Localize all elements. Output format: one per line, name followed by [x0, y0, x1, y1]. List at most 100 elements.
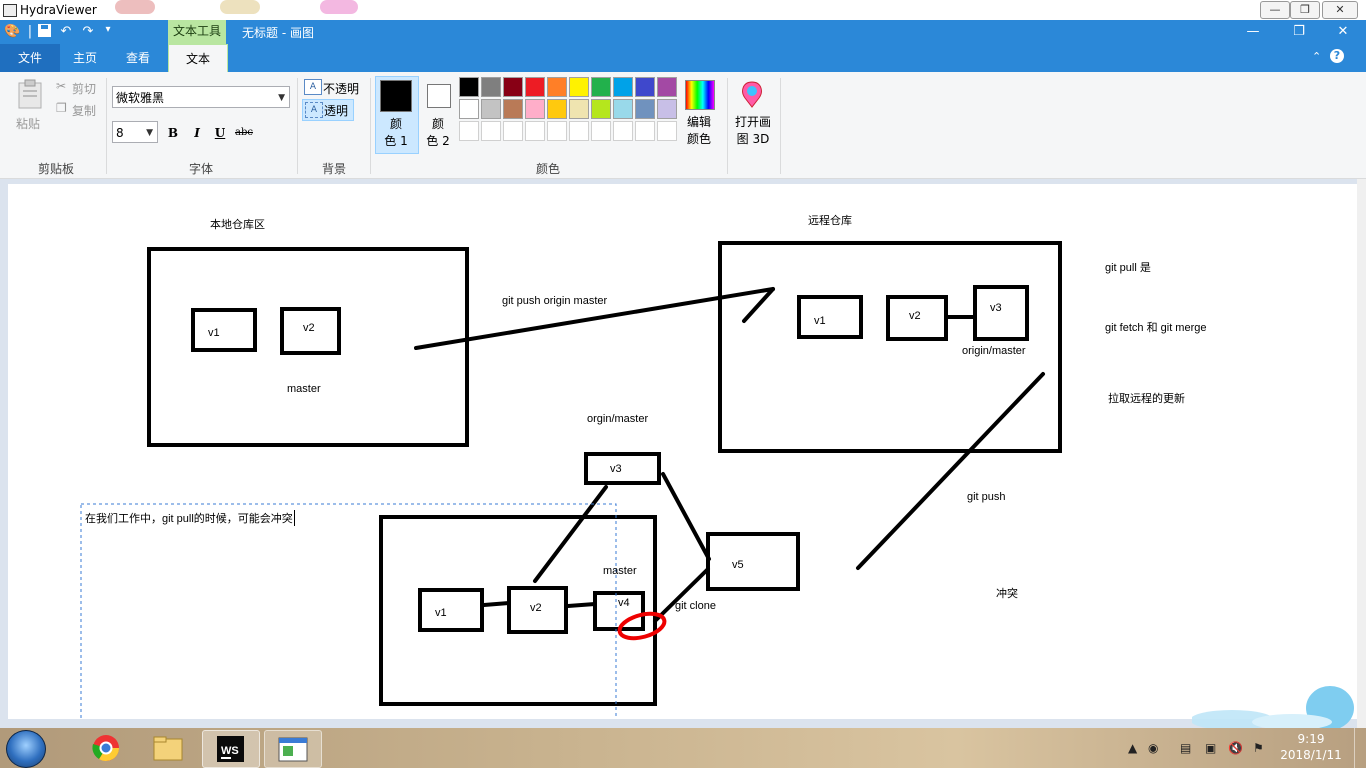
palette-swatch[interactable] [569, 121, 589, 141]
strikethrough-button[interactable]: abc [233, 124, 255, 142]
palette-swatch[interactable] [569, 99, 589, 119]
palette-swatch[interactable] [547, 121, 567, 141]
taskbar: WS ▲ ◉ ▤ ▣ 🔇 ⚑ 9:19 2018/1/11 [0, 686, 1366, 768]
clone-v1-v2-link [482, 601, 511, 607]
palette-swatch[interactable] [613, 77, 633, 97]
palette-swatch[interactable] [481, 99, 501, 119]
git-fetch-merge-label: git fetch 和 git merge [1105, 322, 1207, 334]
palette-swatch[interactable] [459, 77, 479, 97]
palette-swatch[interactable] [547, 99, 567, 119]
save-icon[interactable] [36, 24, 52, 41]
underline-button[interactable]: U [211, 124, 229, 142]
font-family-select[interactable]: 微软雅黑 ▼ [112, 86, 290, 108]
palette-swatch[interactable] [525, 77, 545, 97]
opaque-option[interactable]: 不透明 [323, 80, 359, 97]
bold-button[interactable]: B [164, 124, 182, 142]
minimize-button[interactable]: — [1230, 20, 1276, 44]
remote-v3-label: v3 [990, 302, 1002, 314]
copy-button[interactable]: 复制 [72, 102, 96, 119]
palette-swatch[interactable] [503, 77, 523, 97]
group-divider [780, 78, 781, 174]
palette-swatch[interactable] [459, 99, 479, 119]
drawing [80, 241, 1062, 719]
show-desktop-button[interactable] [1354, 728, 1366, 768]
volume-muted-icon[interactable]: 🔇 [1228, 741, 1243, 755]
taskbar-webstorm[interactable]: WS [202, 730, 260, 768]
paste-button[interactable]: 粘贴 [16, 115, 40, 132]
help-icon[interactable]: ? [1330, 49, 1344, 63]
tray-app-icon[interactable]: ◉ [1148, 741, 1158, 755]
tray-device-icon[interactable]: ▣ [1205, 741, 1216, 755]
color2-swatch[interactable] [427, 84, 451, 108]
taskbar-paint[interactable] [264, 730, 322, 768]
palette-swatch[interactable] [591, 99, 611, 119]
palette-swatch[interactable] [657, 121, 677, 141]
palette-swatch[interactable] [591, 77, 611, 97]
transparent-option[interactable]: 透明 [324, 102, 348, 119]
palette-swatch[interactable] [591, 121, 611, 141]
blurred-tab [220, 0, 260, 14]
tab-file[interactable]: 文件 [0, 44, 60, 72]
group-label-background: 背景 [321, 162, 346, 176]
open-paint3d-button[interactable]: 打开画 图 3D [731, 114, 775, 148]
show-hidden-icons[interactable]: ▲ [1128, 741, 1137, 755]
clone-v4-label: v4 [618, 597, 630, 609]
palette-swatch[interactable] [657, 77, 677, 97]
undo-icon[interactable]: ↶ [58, 24, 74, 39]
edit-colors-button[interactable]: 编辑 颜色 [683, 114, 715, 148]
viewer-maximize-button[interactable]: ❐ [1290, 1, 1320, 19]
tab-home[interactable]: 主页 [60, 44, 110, 72]
action-center-flag-icon[interactable]: ⚑ [1253, 741, 1264, 755]
mid-v3-label: v3 [610, 463, 622, 475]
italic-button[interactable]: I [188, 124, 206, 142]
restore-button[interactable]: ❐ [1276, 20, 1322, 44]
chrome-icon [92, 735, 120, 762]
quick-access-dropdown-icon[interactable]: ▾ [100, 24, 116, 35]
palette-swatch[interactable] [481, 121, 501, 141]
tab-view[interactable]: 查看 [112, 44, 164, 72]
svg-text:WS: WS [221, 745, 239, 757]
cut-button[interactable]: 剪切 [72, 80, 96, 97]
taskbar-explorer[interactable] [140, 730, 196, 766]
close-button[interactable]: ✕ [1320, 20, 1366, 44]
group-label-font: 字体 [188, 162, 213, 176]
palette-swatch[interactable] [503, 99, 523, 119]
color1-swatch [380, 80, 412, 112]
viewer-minimize-button[interactable]: — [1260, 1, 1290, 19]
palette-swatch[interactable] [459, 121, 479, 141]
color2-label[interactable]: 颜 色 2 [422, 116, 454, 150]
font-size-select[interactable]: 8 ▼ [112, 121, 158, 143]
group-divider [370, 78, 371, 174]
viewer-app-icon [3, 4, 17, 17]
vertical-scrollbar[interactable] [1357, 179, 1366, 728]
document-title: 无标题 - 画图 [242, 26, 314, 40]
network-icon[interactable]: ▤ [1180, 741, 1191, 755]
collapse-ribbon-icon[interactable]: ⌃ [1312, 50, 1321, 63]
palette-swatch[interactable] [481, 77, 501, 97]
ribbon: 粘贴 ✂ 剪切 ❐ 复制 剪贴板 微软雅黑 ▼ 8 ▼ B I U abc 字体… [0, 72, 1366, 179]
palette-swatch[interactable] [613, 121, 633, 141]
desktop-widget-decoration [1190, 684, 1356, 730]
clock[interactable]: 9:19 2018/1/11 [1275, 731, 1347, 763]
palette-swatch[interactable] [635, 121, 655, 141]
group-label-clipboard: 剪贴板 [37, 162, 74, 176]
tab-text[interactable]: 文本 [168, 44, 228, 72]
palette-swatch[interactable] [613, 99, 633, 119]
note-text-input[interactable]: 在我们工作中，git pull的时候，可能会冲突 [85, 510, 295, 526]
palette-swatch[interactable] [635, 99, 655, 119]
palette-swatch[interactable] [525, 99, 545, 119]
palette-swatch[interactable] [635, 77, 655, 97]
palette-swatch[interactable] [569, 77, 589, 97]
taskbar-chrome[interactable] [78, 730, 134, 766]
palette-swatch[interactable] [503, 121, 523, 141]
palette-swatch[interactable] [657, 99, 677, 119]
mid-origin-master-label: orgin/master [587, 413, 649, 425]
conflict-label: 冲突 [996, 588, 1018, 600]
palette-swatch[interactable] [525, 121, 545, 141]
viewer-close-button[interactable]: ✕ [1322, 1, 1358, 19]
redo-icon[interactable]: ↷ [80, 24, 96, 39]
webstorm-icon: WS [217, 736, 244, 762]
palette-swatch[interactable] [547, 77, 567, 97]
paint-canvas[interactable]: 本地仓库区 远程仓库 git push origin master git pu… [8, 184, 1357, 719]
start-button[interactable] [6, 730, 46, 768]
